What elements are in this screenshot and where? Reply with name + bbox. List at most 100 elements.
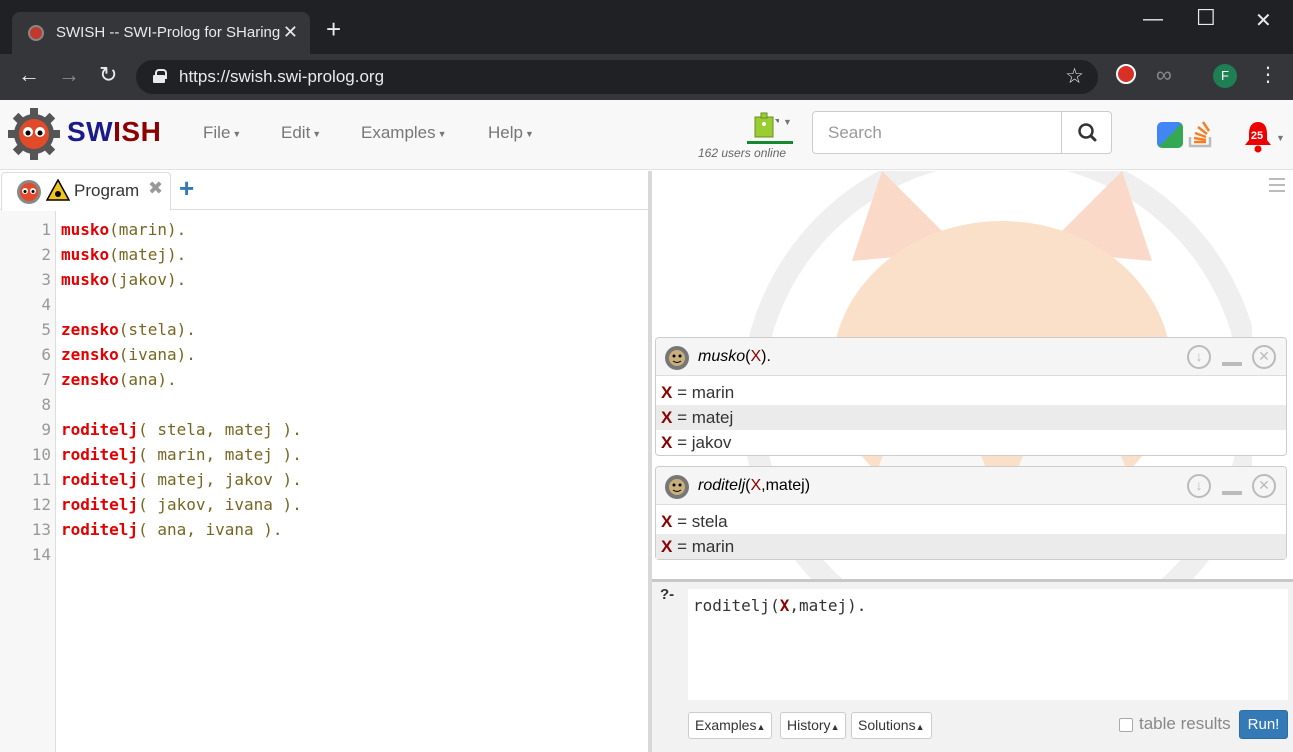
answer-equals: = [672, 383, 692, 402]
answer-header: musko(X). ↓ ✕ [656, 338, 1286, 376]
tab-program[interactable]: Program ✖ [1, 172, 171, 211]
line-number: 9 [41, 420, 51, 439]
bookmark-star-icon[interactable]: ☆ [1065, 64, 1084, 89]
profile-avatar[interactable]: F [1213, 64, 1237, 88]
line-number: 7 [41, 370, 51, 389]
minimize-icon[interactable] [1222, 491, 1242, 495]
table-results-checkbox[interactable] [1119, 718, 1133, 732]
close-tab-icon[interactable]: ✖ [148, 178, 163, 199]
code-text[interactable]: musko(marin). [61, 217, 186, 242]
code-text[interactable]: roditelj( stela, matej ). [61, 417, 302, 442]
swish-brand[interactable]: SWISH [67, 116, 161, 148]
code-line[interactable]: 9 roditelj( stela, matej ). [0, 417, 648, 442]
predicate-name: roditelj [61, 520, 139, 539]
answer-box: musko(X). ↓ ✕ X = marin X = matej X = jakov [655, 337, 1287, 456]
new-tab-button[interactable]: + [326, 16, 341, 42]
users-online-bar [747, 141, 793, 144]
code-line[interactable]: 4 [0, 292, 648, 317]
code-text[interactable]: zensko(stela). [61, 317, 196, 342]
browser-tab-title: SWISH -- SWI-Prolog for SHaring [56, 24, 281, 41]
code-text[interactable]: roditelj( ana, ivana ). [61, 517, 283, 542]
close-icon[interactable]: ✕ [1252, 474, 1276, 498]
download-icon[interactable]: ↓ [1187, 474, 1211, 498]
close-window-button[interactable]: ✕ [1255, 8, 1272, 33]
code-text[interactable]: roditelj( matej, jakov ). [61, 467, 302, 492]
query-editor[interactable]: roditelj(X,matej). [688, 589, 1288, 700]
line-number: 6 [41, 345, 51, 364]
maximize-window-button[interactable]: ☐ [1196, 5, 1216, 31]
line-number: 4 [41, 295, 51, 314]
code-text[interactable]: musko(matej). [61, 242, 186, 267]
code-text[interactable]: musko(jakov). [61, 267, 186, 292]
notification-count-badge: 25 [1250, 130, 1264, 142]
address-bar[interactable]: https://swish.swi-prolog.org ☆ [136, 60, 1098, 94]
answer-value: marin [691, 537, 735, 556]
code-text[interactable]: roditelj( jakov, ivana ). [61, 492, 302, 517]
users-online-icon[interactable] [749, 111, 779, 141]
run-button[interactable]: Run! [1239, 710, 1288, 739]
minimize-window-button[interactable]: — [1143, 8, 1163, 31]
code-line[interactable]: 5 zensko(stela). [0, 317, 648, 342]
back-arrow-icon[interactable]: ← [18, 64, 40, 86]
code-line[interactable]: 14 [0, 542, 648, 567]
answer-query-text: roditelj(X,matej) [698, 477, 811, 494]
code-line[interactable]: 6 zensko(ivana). [0, 342, 648, 367]
browser-menu-icon[interactable]: ⋮ [1258, 62, 1278, 87]
query-gear-icon [665, 346, 689, 370]
code-line[interactable]: 8 [0, 392, 648, 417]
query-source[interactable]: roditelj(X,matej). [693, 596, 866, 615]
notifications-caret-icon[interactable]: ▼ [1276, 133, 1285, 143]
menu-examples[interactable]: Examples ▼ [361, 123, 447, 143]
code-line[interactable]: 3 musko(jakov). [0, 267, 648, 292]
answer-row: X = marin [656, 380, 1286, 405]
forward-arrow-icon[interactable]: → [58, 64, 80, 86]
code-line[interactable]: 1 musko(marin). [0, 217, 648, 242]
line-number: 12 [31, 495, 51, 514]
close-icon[interactable]: ✕ [1252, 345, 1276, 369]
swish-face-icon [17, 180, 41, 204]
search-button[interactable] [1061, 111, 1112, 154]
code-line[interactable]: 12 roditelj( jakov, ivana ). [0, 492, 648, 517]
code-line[interactable]: 10 roditelj( marin, matej ). [0, 442, 648, 467]
add-tab-button[interactable]: + [179, 173, 194, 204]
address-url[interactable]: https://swish.swi-prolog.org [179, 67, 384, 87]
reload-icon[interactable]: ↻ [99, 64, 117, 86]
predicate-name: roditelj [61, 420, 139, 439]
predicate-args: (jakov). [109, 270, 187, 289]
code-text[interactable]: zensko(ivana). [61, 342, 196, 367]
minimize-icon[interactable] [1222, 362, 1242, 366]
browser-toolbar: ← → ↻ https://swish.swi-prolog.org ☆ [0, 54, 1293, 100]
editor-tabs: Program ✖ + [0, 171, 648, 211]
google-search-icon[interactable] [1157, 122, 1183, 148]
stackoverflow-icon[interactable] [1186, 119, 1216, 149]
menu-help[interactable]: Help ▼ [488, 123, 534, 143]
code-text[interactable]: zensko(ana). [61, 367, 177, 392]
predicate-args: (matej). [109, 245, 187, 264]
swish-logo-icon[interactable] [7, 107, 61, 161]
answer-value: stela [691, 512, 728, 531]
close-tab-icon[interactable]: ✕ [283, 22, 298, 43]
answer-equals: = [672, 537, 692, 556]
query-history-button[interactable]: History▲ [780, 712, 847, 739]
users-online-caret-icon[interactable]: ▼ [783, 117, 792, 127]
stop-extension-icon[interactable] [1116, 64, 1136, 84]
search-input[interactable] [812, 111, 1062, 154]
results-menu-icon[interactable] [1269, 178, 1285, 192]
query-examples-button[interactable]: Examples▲ [688, 712, 773, 739]
menu-edit[interactable]: Edit ▼ [281, 123, 321, 143]
answer-variable: X [661, 433, 673, 452]
browser-tab[interactable]: SWISH -- SWI-Prolog for SHaring ✕ [12, 12, 310, 54]
code-editor[interactable]: 1 musko(marin). 2 musko(matej). 3 musko(jakov… [0, 211, 648, 752]
code-text[interactable]: roditelj( marin, matej ). [61, 442, 302, 467]
lock-icon [153, 69, 167, 83]
infinity-extension-icon[interactable]: ∞ [1156, 62, 1172, 88]
code-line[interactable]: 11 roditelj( matej, jakov ). [0, 467, 648, 492]
predicate-args: (marin). [109, 220, 187, 239]
code-line[interactable]: 7 zensko(ana). [0, 367, 648, 392]
code-line[interactable]: 2 musko(matej). [0, 242, 648, 267]
query-solutions-button[interactable]: Solutions▲ [851, 712, 932, 739]
download-icon[interactable]: ↓ [1187, 345, 1211, 369]
warning-icon [46, 179, 70, 201]
menu-file[interactable]: File ▼ [203, 123, 241, 143]
code-line[interactable]: 13 roditelj( ana, ivana ). [0, 517, 648, 542]
